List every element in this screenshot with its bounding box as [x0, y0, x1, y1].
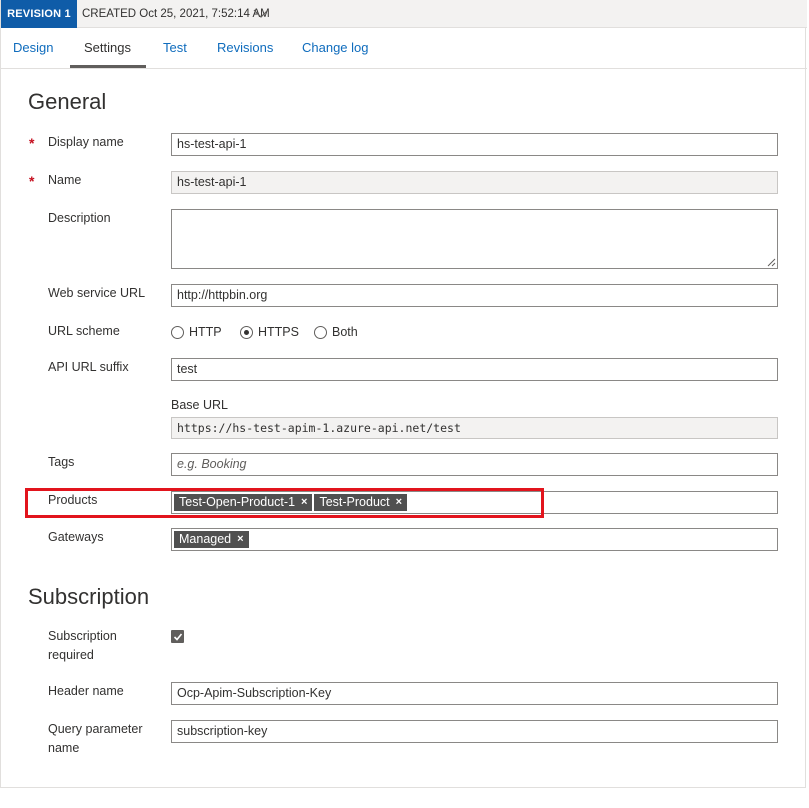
radio-http[interactable]: HTTP: [171, 325, 222, 339]
radio-circle-checked-icon[interactable]: [240, 325, 253, 339]
base-url-label: Base URL: [171, 398, 228, 412]
query-parameter-name-label: Query parameter name: [48, 720, 142, 758]
api-url-suffix-field[interactable]: test: [171, 358, 778, 381]
remove-chip-icon[interactable]: ×: [237, 531, 243, 548]
tags-input[interactable]: e.g. Booking: [171, 453, 778, 476]
subscription-required-checkbox[interactable]: [171, 630, 184, 643]
header-name-label: Header name: [48, 684, 124, 698]
base-url-field: https://hs-test-apim-1.azure-api.net/tes…: [171, 417, 778, 439]
api-url-suffix-label: API URL suffix: [48, 360, 129, 374]
url-scheme-label: URL scheme: [48, 324, 120, 338]
tags-label: Tags: [48, 455, 75, 469]
tab-bar: Design Settings Test Revisions Change lo…: [1, 28, 807, 69]
query-parameter-name-field[interactable]: subscription-key: [171, 720, 778, 743]
tab-test[interactable]: Test: [163, 40, 187, 56]
api-settings-panel: REVISION 1 CREATED Oct 25, 2021, 7:52:14…: [0, 0, 807, 788]
subscription-required-label: Subscription required: [48, 627, 117, 665]
display-name-label: Display name: [48, 135, 124, 149]
description-label: Description: [48, 211, 111, 225]
radio-https-label: HTTPS: [258, 325, 299, 339]
radio-circle-icon[interactable]: [171, 325, 184, 339]
radio-circle-icon[interactable]: [314, 325, 327, 339]
active-tab-indicator: [70, 65, 146, 68]
gateway-chip-label: Managed: [179, 532, 232, 546]
name-field[interactable]: hs-test-api-1: [171, 171, 778, 194]
gateways-tag-field[interactable]: Managed ×: [171, 528, 778, 551]
general-section-title: General: [28, 89, 107, 114]
remove-chip-icon[interactable]: ×: [301, 494, 307, 511]
product-chip-label: Test-Open-Product-1: [179, 495, 296, 509]
query-parameter-label-line1: Query parameter: [48, 722, 143, 736]
products-label: Products: [48, 493, 98, 507]
gateway-chip: Managed ×: [174, 531, 249, 548]
product-chip-label: Test-Product: [319, 495, 390, 509]
revision-created-text: CREATED Oct 25, 2021, 7:52:14 AM: [82, 8, 270, 20]
radio-both[interactable]: Both: [314, 325, 358, 339]
radio-http-label: HTTP: [189, 325, 222, 339]
tab-revisions[interactable]: Revisions: [217, 40, 273, 56]
subscription-section-title: Subscription: [28, 584, 150, 609]
required-marker: *: [29, 173, 35, 189]
header-name-field[interactable]: Ocp-Apim-Subscription-Key: [171, 682, 778, 705]
product-chip: Test-Product ×: [314, 494, 408, 511]
tab-design[interactable]: Design: [13, 40, 53, 56]
radio-both-label: Both: [332, 325, 358, 339]
query-parameter-label-line2: name: [48, 741, 80, 755]
tags-placeholder: e.g. Booking: [177, 457, 247, 471]
name-label: Name: [48, 173, 82, 187]
tab-change-log[interactable]: Change log: [302, 40, 369, 56]
web-service-url-field[interactable]: http://httpbin.org: [171, 284, 778, 307]
required-marker: *: [29, 135, 35, 151]
checkmark-icon: [173, 633, 183, 641]
display-name-field[interactable]: hs-test-api-1: [171, 133, 778, 156]
chevron-down-icon[interactable]: [253, 9, 269, 19]
revision-badge[interactable]: REVISION 1: [1, 0, 77, 28]
tab-settings[interactable]: Settings: [84, 40, 131, 56]
subscription-required-label-line1: Subscription: [48, 629, 117, 643]
revision-bar: REVISION 1 CREATED Oct 25, 2021, 7:52:14…: [1, 0, 807, 28]
web-service-url-label: Web service URL: [48, 286, 146, 300]
description-textarea[interactable]: [171, 209, 778, 269]
remove-chip-icon[interactable]: ×: [396, 494, 402, 511]
subscription-required-label-line2: required: [48, 648, 94, 662]
resize-handle-icon[interactable]: [767, 258, 776, 267]
gateways-label: Gateways: [48, 530, 104, 544]
products-tag-field[interactable]: Test-Open-Product-1 × Test-Product ×: [171, 491, 778, 514]
product-chip: Test-Open-Product-1 ×: [174, 494, 313, 511]
radio-https[interactable]: HTTPS: [240, 325, 299, 339]
